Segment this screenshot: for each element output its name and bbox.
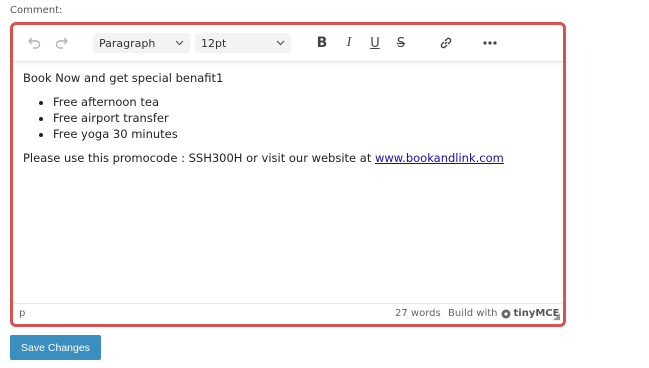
list-item: Free airport transfer: [53, 110, 553, 126]
font-size-value: 12pt: [201, 36, 227, 50]
save-changes-button[interactable]: Save Changes: [10, 335, 101, 360]
redo-icon[interactable]: [51, 33, 73, 53]
content-heading: Book Now and get special benafit1: [23, 71, 224, 85]
list-item: Free afternoon tea: [53, 94, 553, 110]
editor-toolbar: Paragraph 12pt B I U S: [13, 25, 563, 62]
block-format-value: Paragraph: [99, 36, 156, 50]
bold-icon[interactable]: B: [311, 33, 333, 53]
promo-paragraph: Please use this promocode : SSH300H or v…: [23, 150, 553, 166]
tinymce-logo-icon: [501, 309, 510, 318]
italic-icon[interactable]: I: [338, 33, 360, 53]
rich-text-editor[interactable]: Paragraph 12pt B I U S Book Now and get …: [10, 22, 566, 327]
tinymce-branding[interactable]: Build with tinyMCE: [448, 308, 559, 319]
word-count[interactable]: 27 words: [395, 308, 441, 319]
comment-label: Comment:: [10, 5, 63, 16]
promo-text: Please use this promocode : SSH300H or v…: [23, 151, 375, 165]
element-path[interactable]: p: [19, 308, 25, 319]
benefit-list: Free afternoon tea Free airport transfer…: [23, 94, 553, 142]
block-format-select[interactable]: Paragraph: [93, 33, 190, 53]
more-icon[interactable]: [479, 33, 501, 53]
website-link[interactable]: www.bookandlink.com: [375, 151, 504, 165]
link-icon[interactable]: [435, 33, 457, 53]
build-with-text: Build with: [448, 308, 498, 319]
editor-statusbar: p 27 words Build with tinyMCE ◢: [13, 303, 563, 324]
editor-content[interactable]: Book Now and get special benafit1 Free a…: [23, 70, 553, 166]
underline-icon[interactable]: U: [364, 33, 386, 53]
font-size-select[interactable]: 12pt: [195, 33, 291, 53]
list-item: Free yoga 30 minutes: [53, 126, 553, 142]
chevron-down-icon: [276, 40, 285, 46]
resize-handle-icon[interactable]: ◢: [553, 312, 560, 322]
undo-icon[interactable]: [23, 33, 45, 53]
chevron-down-icon: [175, 40, 184, 46]
strikethrough-icon[interactable]: S: [390, 33, 412, 53]
